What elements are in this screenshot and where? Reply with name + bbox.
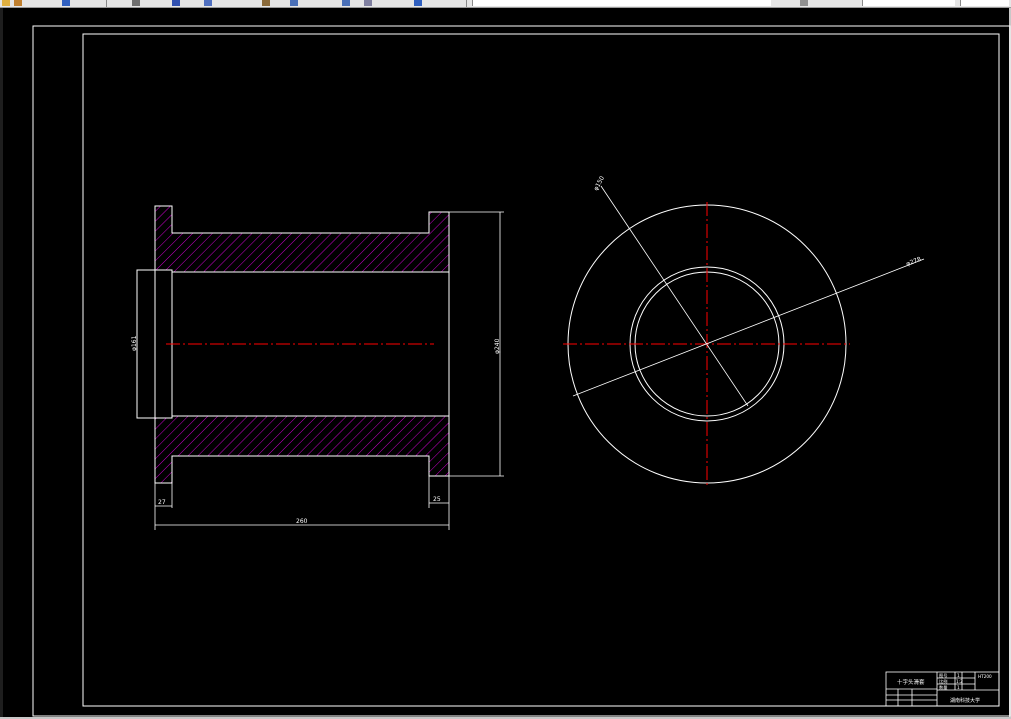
section-view bbox=[136, 205, 450, 484]
title-row-label-3: 数量 bbox=[939, 684, 947, 691]
dim-circle-outer: φ278 bbox=[905, 256, 922, 268]
title-row-value-1: 1 bbox=[957, 673, 960, 678]
title-row-value-3: 1 bbox=[957, 685, 960, 690]
dim-flange-left: 27 bbox=[158, 499, 166, 506]
drawing-canvas[interactable]: 260 27 25 φ161 φ240 φ150 φ278 十字头滑套 图号 比… bbox=[0, 0, 1011, 719]
dim-circle-inner: φ150 bbox=[593, 175, 607, 192]
drawing-frame bbox=[32, 25, 1011, 717]
dim-bore-diameter: φ161 bbox=[131, 335, 138, 351]
title-company: 湖南科技大学 bbox=[950, 697, 980, 704]
end-view bbox=[563, 185, 925, 487]
dim-total-length: 260 bbox=[296, 518, 308, 525]
leader-inner-diameter bbox=[600, 185, 749, 407]
dim-flange-right: 25 bbox=[433, 496, 441, 503]
title-row-value-2: 1:2 bbox=[956, 679, 963, 684]
dim-outer-diameter: φ240 bbox=[494, 338, 501, 354]
title-row-label-2: 比例 bbox=[939, 678, 947, 685]
title-material: HT200 bbox=[978, 674, 992, 679]
title-drawing-name: 十字头滑套 bbox=[897, 678, 925, 686]
